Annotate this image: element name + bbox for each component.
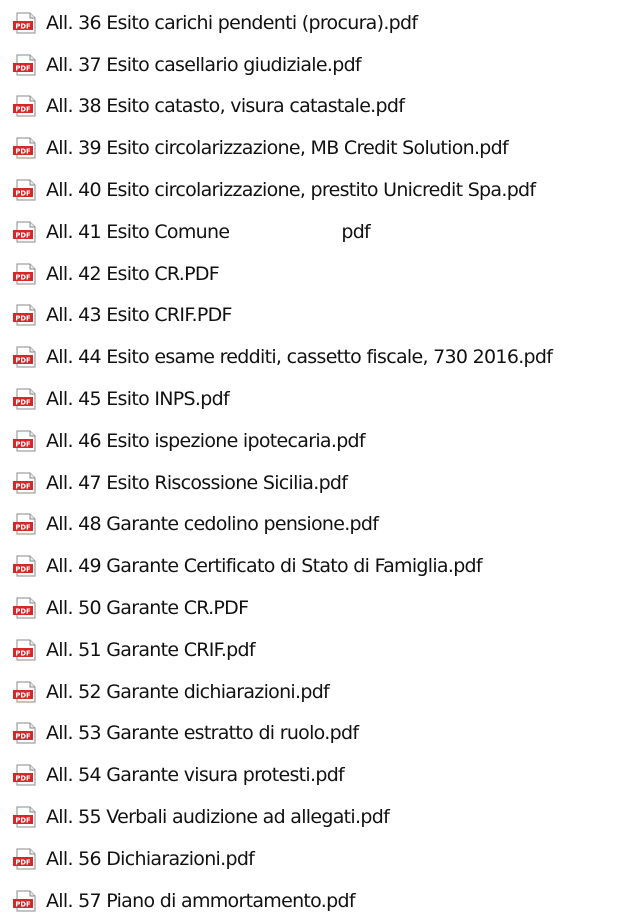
pdf-icon-label: PDF [15,524,31,532]
pdf-icon-label: PDF [15,816,31,824]
file-list-item[interactable]: PDF All. 42 Esito CR.PDF [0,253,638,295]
pdf-file-icon: PDF [13,221,36,243]
pdf-file-icon: PDF [13,54,36,76]
pdf-icon-label: PDF [15,566,31,574]
file-list-item[interactable]: PDF All. 56 Dichiarazioni.pdf [0,838,638,880]
pdf-file-icon: PDF [13,263,36,285]
pdf-file-icon: PDF [13,472,36,494]
file-list-item[interactable]: PDF All. 37 Esito casellario giudiziale.p… [0,44,638,86]
pdf-icon-label: PDF [15,22,31,30]
pdf-file-icon: PDF [13,639,36,661]
file-name: All. 50 Garante CR.PDF [46,597,249,620]
pdf-file-icon: PDF [13,722,36,744]
file-name: All. 48 Garante cedolino pensione.pdf [46,513,379,536]
file-name-suffix: pdf [341,220,371,243]
file-name: All. 40 Esito circolarizzazione, prestit… [46,179,536,202]
file-name: All. 45 Esito INPS.pdf [46,388,230,411]
file-list-item[interactable]: PDF All. 47 Esito Riscossione Sicilia.pdf [0,462,638,504]
pdf-file-icon: PDF [13,388,36,410]
pdf-file-icon: PDF [13,848,36,870]
file-list-item[interactable]: PDF All. 44 Esito esame redditi, cassetto… [0,336,638,378]
pdf-icon-label: PDF [15,649,31,657]
file-name: All. 38 Esito catasto, visura catastale.… [46,95,405,118]
file-list-item[interactable]: PDF All. 45 Esito INPS.pdf [0,378,638,420]
pdf-icon-label: PDF [15,900,31,908]
pdf-file-icon: PDF [13,764,36,786]
pdf-icon-label: PDF [15,64,31,72]
pdf-icon-label: PDF [15,273,31,281]
file-name: All. 43 Esito CRIF.PDF [46,304,232,327]
file-name: All. 36 Esito carichi pendenti (procura)… [46,11,418,34]
pdf-icon-label: PDF [15,733,31,741]
pdf-icon-label: PDF [15,858,31,866]
file-list-item[interactable]: PDF All. 57 Piano di ammortamento.pdf [0,880,638,920]
pdf-file-icon: PDF [13,597,36,619]
pdf-file-icon: PDF [13,430,36,452]
pdf-file-icon: PDF [13,806,36,828]
file-name: All. 56 Dichiarazioni.pdf [46,847,255,870]
file-list-item[interactable]: PDF All. 51 Garante CRIF.pdf [0,629,638,671]
pdf-file-icon: PDF [13,555,36,577]
pdf-file-icon: PDF [13,890,36,912]
pdf-file-icon: PDF [13,179,36,201]
file-list-item[interactable]: PDF All. 40 Esito circolarizzazione, pres… [0,169,638,211]
pdf-icon-label: PDF [15,691,31,699]
file-list-item[interactable]: PDF All. 48 Garante cedolino pensione.pdf [0,504,638,546]
file-name: All. 49 Garante Certificato di Stato di … [46,555,483,578]
file-list-item[interactable]: PDF All. 50 Garante CR.PDF [0,587,638,629]
pdf-file-icon: PDF [13,681,36,703]
file-name: All. 42 Esito CR.PDF [46,262,220,285]
pdf-file-icon: PDF [13,137,36,159]
pdf-icon-label: PDF [15,482,31,490]
file-name: All. 54 Garante visura protesti.pdf [46,764,345,787]
pdf-file-icon: PDF [13,346,36,368]
pdf-icon-label: PDF [15,106,31,114]
file-list-item[interactable]: PDF All. 49 Garante Certificato di Stato … [0,545,638,587]
pdf-icon-label: PDF [15,607,31,615]
file-list: PDF All. 36 Esito carichi pendenti (procu… [0,0,638,920]
file-list-item[interactable]: PDF All. 55 Verbali audizione ad allegati… [0,796,638,838]
file-name: All. 57 Piano di ammortamento.pdf [46,889,356,912]
pdf-file-icon: PDF [13,304,36,326]
pdf-icon-label: PDF [15,440,31,448]
file-list-item[interactable]: PDF All. 41 Esito Comune pdf [0,211,638,253]
pdf-icon-label: PDF [15,398,31,406]
pdf-icon-label: PDF [15,231,31,239]
file-list-item[interactable]: PDF All. 46 Esito ispezione ipotecaria.pd… [0,420,638,462]
file-list-item[interactable]: PDF All. 54 Garante visura protesti.pdf [0,754,638,796]
pdf-icon-label: PDF [15,315,31,323]
file-list-item[interactable]: PDF All. 38 Esito catasto, visura catasta… [0,86,638,128]
file-name: All. 55 Verbali audizione ad allegati.pd… [46,806,390,829]
file-name: All. 47 Esito Riscossione Sicilia.pdf [46,471,348,494]
file-list-item[interactable]: PDF All. 43 Esito CRIF.PDF [0,295,638,337]
file-name: All. 39 Esito circolarizzazione, MB Cred… [46,137,509,160]
file-name: All. 46 Esito ispezione ipotecaria.pdf [46,429,366,452]
file-name: All. 52 Garante dichiarazioni.pdf [46,680,330,703]
file-list-item[interactable]: PDF All. 53 Garante estratto di ruolo.pdf [0,713,638,755]
file-name: All. 53 Garante estratto di ruolo.pdf [46,722,359,745]
pdf-icon-label: PDF [15,148,31,156]
pdf-icon-label: PDF [15,775,31,783]
pdf-file-icon: PDF [13,513,36,535]
pdf-file-icon: PDF [13,95,36,117]
file-name: All. 41 Esito Comune [46,220,230,243]
file-list-item[interactable]: PDF All. 36 Esito carichi pendenti (procu… [0,2,638,44]
file-name: All. 37 Esito casellario giudiziale.pdf [46,53,362,76]
pdf-icon-label: PDF [15,189,31,197]
file-name: All. 51 Garante CRIF.pdf [46,638,256,661]
pdf-file-icon: PDF [13,12,36,34]
file-list-item[interactable]: PDF All. 52 Garante dichiarazioni.pdf [0,671,638,713]
pdf-icon-label: PDF [15,357,31,365]
file-name: All. 44 Esito esame redditi, cassetto fi… [46,346,553,369]
file-list-item[interactable]: PDF All. 39 Esito circolarizzazione, MB C… [0,127,638,169]
